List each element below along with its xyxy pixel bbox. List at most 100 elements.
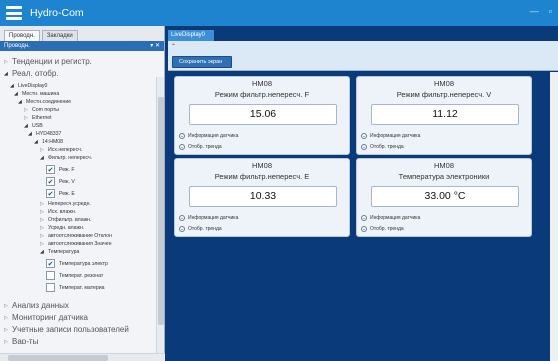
tree-item[interactable]: ◢ Местн. машина [14,91,59,97]
tree-checkbox[interactable]: ✔ [46,189,55,198]
tree-item[interactable]: Температ. резонат [46,271,103,280]
chevron-down-icon[interactable]: ⌄ [179,133,185,139]
trend-toggle[interactable]: ⌄ Отобр. тренда [361,226,404,232]
tree-item[interactable]: ▷ Исх.непересч. [40,147,82,153]
save-screen-button[interactable]: Сохранить экран [172,56,232,68]
tree-item[interactable]: ✔ Реж. V [46,177,75,186]
tree-item[interactable]: ◢ Местн.соединение [18,99,71,105]
value-display: 15.06 [189,104,337,125]
trend-toggle[interactable]: ⌄ Отобр. тренда [361,144,404,150]
tree-item-label: Мониторинг датчика [12,313,88,322]
chevron-down-icon[interactable]: ⌄ [361,226,367,232]
tree-item[interactable]: ▷ Анализ данных [4,301,69,310]
collapsed-arrow-icon[interactable]: ▷ [24,115,29,121]
chevron-down-icon[interactable]: ⌄ [179,215,185,221]
tree-item[interactable]: ▷ Исх. влажн. [40,209,76,215]
expanded-arrow-icon[interactable]: ◢ [40,155,45,161]
collapsed-arrow-icon[interactable]: ▷ [4,339,9,345]
tab-livedisplay[interactable]: LiveDisplay0 [168,30,214,41]
collapsed-arrow-icon[interactable]: ▷ [40,217,45,223]
expanded-arrow-icon[interactable]: ◢ [34,139,39,145]
collapsed-arrow-icon[interactable]: ▷ [24,107,29,113]
device-name: HM08 [251,79,272,88]
tree-checkbox[interactable] [46,283,55,292]
collapsed-arrow-icon[interactable]: ▷ [4,303,9,309]
tree-item-label: Исх.непересч. [48,147,83,153]
app-menu-icon[interactable] [6,6,22,20]
collapsed-arrow-icon[interactable]: ▷ [4,315,9,321]
tree-item[interactable]: ▷ Тенденции и регистр. [4,57,92,66]
tree-item[interactable]: ▷ Усредн. влажн. [40,225,84,231]
scrollbar-thumb[interactable] [158,97,164,325]
trend-toggle[interactable]: ⌄ Отобр. тренда [179,226,222,232]
expanded-arrow-icon[interactable]: ◢ [28,131,33,137]
collapsed-arrow-icon[interactable]: ▷ [40,201,45,207]
tree-item[interactable]: ▷ Ethernet [24,115,52,121]
scrollbar-thumb[interactable] [8,355,108,361]
sensor-info-toggle[interactable]: ⌄ Информация датчика [361,215,420,221]
tree-item[interactable]: ▷ Непересч.усредн. [40,201,91,207]
expanded-arrow-icon[interactable]: ◢ [18,99,23,105]
chevron-down-icon[interactable]: ⌄ [361,215,367,221]
tab-explorer[interactable]: Проводн. [4,30,40,41]
expanded-arrow-icon[interactable]: ◢ [24,123,29,129]
sensor-info-toggle[interactable]: ⌄ Информация датчика [179,215,238,221]
tree-item-label: Местн.соединение [26,99,72,105]
maximize-icon[interactable]: ▫ [549,6,552,16]
tree-item[interactable]: Температ. материа [46,283,105,292]
chevron-down-icon[interactable]: ⌄ [361,133,367,139]
tree-item[interactable]: ▷ Отфильтр. влажн. [40,217,91,223]
explorer-header: Проводн. ▾ ✕ [0,41,164,51]
collapsed-arrow-icon[interactable]: ▷ [40,209,45,215]
expanded-arrow-icon[interactable]: ◢ [40,249,45,255]
sensor-info-toggle[interactable]: ⌄ Информация датчика [361,133,420,139]
sensor-info-toggle[interactable]: ⌄ Информация датчика [179,133,238,139]
tree-checkbox[interactable] [46,271,55,280]
tree-item[interactable]: ◢ Фильтр. непересч. [40,155,92,161]
tree-item[interactable]: ◢ USB [24,123,43,129]
tree-item[interactable]: ✔ Температура электр [46,259,108,268]
collapsed-arrow-icon[interactable]: ▷ [40,241,45,247]
tree-item[interactable]: ◢ Реал. отобр. [4,69,59,78]
tree-item-label: Анализ данных [12,301,69,310]
tree-item-label: Вар-ты [12,337,39,344]
tree-item[interactable]: ✔ Реж. F [46,165,75,174]
collapse-icon[interactable]: ⌃ [171,43,176,50]
expanded-arrow-icon[interactable]: ◢ [10,83,15,89]
collapsed-arrow-icon[interactable]: ▷ [40,233,45,239]
chevron-down-icon[interactable]: ⌄ [179,226,185,232]
trend-toggle[interactable]: ⌄ Отобр. тренда [179,144,222,150]
expanded-arrow-icon[interactable]: ◢ [14,91,19,97]
explorer-header-controls[interactable]: ▾ ✕ [150,41,160,51]
tree-item[interactable]: ▷ Мониторинг датчика [4,313,88,322]
tree-item-label: Усредн. влажн. [48,225,85,231]
minimize-icon[interactable]: — [530,6,539,16]
tree-item-label: Отфильтр. влажн. [48,217,92,223]
tree-item[interactable]: ◢ 14:HM08 [34,139,63,145]
collapsed-arrow-icon[interactable]: ▷ [40,147,45,153]
tree-horizontal-scrollbar[interactable] [0,353,165,361]
tree-checkbox[interactable]: ✔ [46,177,55,186]
tree-item[interactable]: ◢ Температура [40,249,79,255]
tree-item[interactable]: ◢ LiveDisplay0 [10,83,47,89]
tree-vertical-scrollbar[interactable] [156,77,164,353]
tree-item[interactable]: ▷ Вар-ты [4,337,38,344]
tree-checkbox[interactable]: ✔ [46,165,55,174]
tree-item[interactable]: ✔ Реж. E [46,189,75,198]
tree-checkbox[interactable]: ✔ [46,259,55,268]
collapsed-arrow-icon[interactable]: ▷ [40,225,45,231]
collapsed-arrow-icon[interactable]: ▷ [4,327,9,333]
tree-item[interactable]: ▷ Учетные записи пользователей [4,325,129,334]
chevron-down-icon[interactable]: ⌄ [179,144,185,150]
right-scrollbar[interactable] [550,72,558,361]
collapsed-arrow-icon[interactable]: ▷ [4,59,9,65]
tab-bookmarks[interactable]: Закладки [41,30,78,41]
chevron-down-icon[interactable]: ⌄ [361,144,367,150]
tree-item[interactable]: ◢ HYD48337 [28,131,61,137]
expanded-arrow-icon[interactable]: ◢ [4,71,9,77]
panel-tabs: Проводн. Закладки [0,26,164,41]
tree-item[interactable]: ▷ Com порты [24,107,59,113]
title-bar: Hydro-Com — ▫ [0,0,558,26]
tree-item[interactable]: ▷ автоотслеживание Отклон [40,233,112,239]
tree-item[interactable]: ▷ автоотслеживания Значен [40,241,111,247]
